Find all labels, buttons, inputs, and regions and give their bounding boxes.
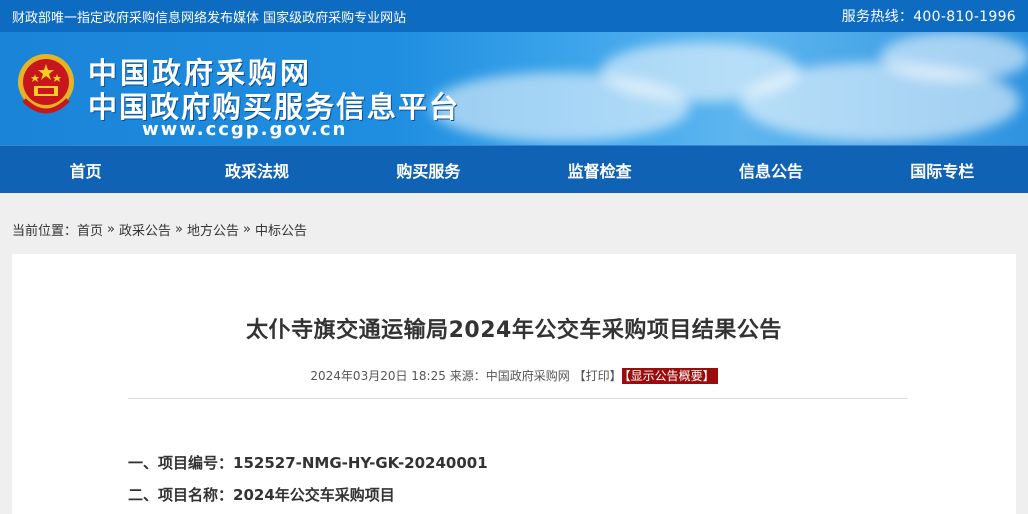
main-nav: 首页 政采法规 购买服务 监督检查 信息公告 国际专栏 [0,145,1028,193]
breadcrumb-procurement-notices[interactable]: 政采公告 [119,220,171,239]
notice-source-label: 来源： [449,369,486,383]
print-button[interactable]: 【打印】 [574,369,622,383]
breadcrumb-separator: » [243,221,251,237]
top-bar: 财政部唯一指定政府采购信息网络发布媒体 国家级政府采购专业网站 服务热线：400… [0,0,1028,32]
nav-item-supervision[interactable]: 监督检查 [514,146,685,193]
site-slogan: 财政部唯一指定政府采购信息网络发布媒体 国家级政府采购专业网站 [12,10,407,26]
breadcrumb-home[interactable]: 首页 [77,220,103,239]
field-label: 二、项目名称： [128,486,234,504]
notice-date: 2024年03月20日 18:25 [310,369,446,383]
site-url: www.ccgp.gov.cn [142,119,348,140]
breadcrumb-separator: » [175,221,183,237]
breadcrumb-separator: » [107,221,115,237]
project-number-field: 一、项目编号：152527-NMG-HY-GK-20240001 [128,452,488,473]
breadcrumb-local-notices[interactable]: 地方公告 [187,220,239,239]
nav-item-regulations[interactable]: 政采法规 [171,146,342,193]
nav-item-international[interactable]: 国际专栏 [857,146,1028,193]
notice-meta: 2024年03月20日 18:25 来源：中国政府采购网 【打印】 【显示公告概要… [12,367,1016,384]
nav-item-announcements[interactable]: 信息公告 [685,146,856,193]
breadcrumb-prefix: 当前位置： [12,223,78,239]
header-banner: 中国政府采购网 中国政府购买服务信息平台 www.ccgp.gov.cn [0,32,1028,145]
notice-card: 太仆寺旗交通运输局2024年公交车采购项目结果公告 2024年03月20日 18… [12,254,1016,514]
notice-source: 中国政府采购网 [485,369,570,383]
divider [128,398,908,399]
field-value: 2024年公交车采购项目 [233,486,395,504]
nav-item-purchase-services[interactable]: 购买服务 [343,146,514,193]
field-label: 一、项目编号： [128,454,234,472]
breadcrumb: 当前位置： 首页 » 政采公告 » 地方公告 » 中标公告 [0,209,1028,249]
notice-title: 太仆寺旗交通运输局2024年公交车采购项目结果公告 [246,318,782,343]
cloud-decoration [880,32,1028,82]
breadcrumb-award-notices[interactable]: 中标公告 [255,220,307,239]
show-summary-button[interactable]: 【显示公告概要】 [621,368,718,384]
nav-item-home[interactable]: 首页 [0,146,171,193]
service-hotline: 服务热线：400-810-1996 [841,9,1016,25]
national-emblem-icon[interactable] [16,50,76,122]
field-value: 152527-NMG-HY-GK-20240001 [233,454,488,472]
